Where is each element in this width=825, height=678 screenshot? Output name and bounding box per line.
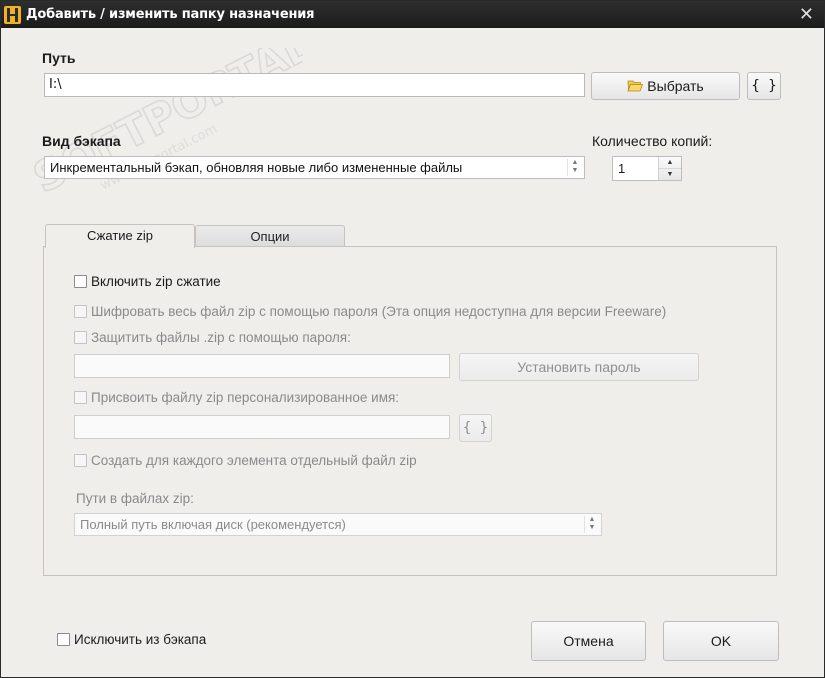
browse-button-label: Выбрать	[647, 78, 704, 94]
copies-label: Количество копий:	[592, 133, 713, 149]
cancel-button[interactable]: Отмена	[531, 621, 646, 661]
spin-up-icon[interactable]: ▲	[659, 157, 681, 169]
tab-options[interactable]: Опции	[195, 225, 345, 248]
exclude-from-backup-label: Исключить из бэкапа	[74, 632, 207, 647]
custom-name-label: Присвоить файлу zip персонализированное …	[91, 390, 400, 405]
zip-paths-select[interactable]: Полный путь включая диск (рекомендуется)…	[74, 513, 602, 536]
checkbox-box	[74, 275, 87, 288]
protect-zip-label: Защитить файлы .zip с помощью пароля:	[91, 330, 351, 345]
spinner-buttons: ▲ ▼	[658, 157, 681, 180]
zip-paths-value: Полный путь включая диск (рекомендуется)	[80, 517, 346, 532]
dialog-window: Добавить / изменить папку назначения ✕ S…	[0, 0, 825, 678]
custom-name-input[interactable]	[74, 415, 450, 439]
checkbox-box	[74, 391, 87, 404]
checkbox-box	[74, 331, 87, 344]
set-password-button[interactable]: Установить пароль	[459, 353, 699, 381]
encrypt-zip-label: Шифровать весь файл zip с помощью пароля…	[91, 304, 667, 319]
close-button[interactable]: ✕	[799, 4, 814, 24]
checkbox-box	[57, 633, 70, 646]
backup-type-select[interactable]: Инкрементальный бэкап, обновляя новые ли…	[44, 156, 585, 179]
checkbox-box	[74, 305, 87, 318]
copies-spinner[interactable]: 1 ▲ ▼	[612, 156, 682, 181]
backup-type-label: Вид бэкапа	[42, 133, 121, 149]
title-bar[interactable]: Добавить / изменить папку назначения ✕	[1, 1, 824, 28]
enable-zip-label: Включить zip сжатие	[91, 274, 221, 289]
zip-paths-label: Пути в файлах zip:	[76, 491, 194, 506]
browse-button[interactable]: Выбрать	[591, 72, 740, 100]
checkbox-box	[74, 454, 87, 467]
select-arrows-icon: ▲ ▼	[567, 159, 582, 176]
folder-open-icon	[627, 80, 644, 92]
spin-down-icon[interactable]: ▼	[659, 169, 681, 180]
path-variables-button[interactable]: { }	[747, 72, 781, 100]
app-logo-icon	[4, 6, 21, 24]
window-title: Добавить / изменить папку назначения	[26, 7, 315, 22]
custom-name-variables-button[interactable]: { }	[459, 414, 492, 442]
ok-button[interactable]: OK	[663, 621, 779, 661]
backup-type-value: Инкрементальный бэкап, обновляя новые ли…	[50, 160, 463, 175]
path-input[interactable]: I:\	[44, 73, 585, 97]
per-item-zip-label: Создать для каждого элемента отдельный ф…	[91, 453, 417, 468]
copies-value: 1	[618, 161, 626, 176]
password-input[interactable]	[74, 354, 450, 378]
dialog-body: SOFTPORTAL www.softportal.com Путь I:\ В…	[1, 28, 824, 677]
tab-zip[interactable]: Сжатие zip	[45, 224, 195, 248]
select-arrows-icon: ▲ ▼	[584, 516, 599, 533]
path-label: Путь	[42, 50, 76, 66]
